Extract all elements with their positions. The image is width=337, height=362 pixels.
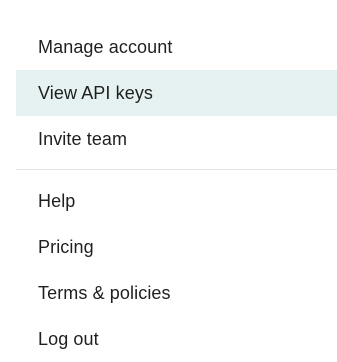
menu-item-pricing[interactable]: Pricing — [16, 224, 337, 270]
support-menu-group: Help Pricing Terms & policies Log out — [16, 178, 337, 362]
account-menu-group: Manage account View API keys Invite team — [16, 24, 337, 162]
menu-item-help[interactable]: Help — [16, 178, 337, 224]
menu-divider — [16, 169, 337, 170]
menu-item-terms-policies[interactable]: Terms & policies — [16, 270, 337, 316]
menu-item-manage-account[interactable]: Manage account — [16, 24, 337, 70]
menu-item-invite-team[interactable]: Invite team — [16, 116, 337, 162]
account-dropdown-menu: Manage account View API keys Invite team… — [16, 0, 337, 362]
menu-item-log-out[interactable]: Log out — [16, 316, 337, 362]
menu-item-view-api-keys[interactable]: View API keys — [16, 70, 337, 116]
